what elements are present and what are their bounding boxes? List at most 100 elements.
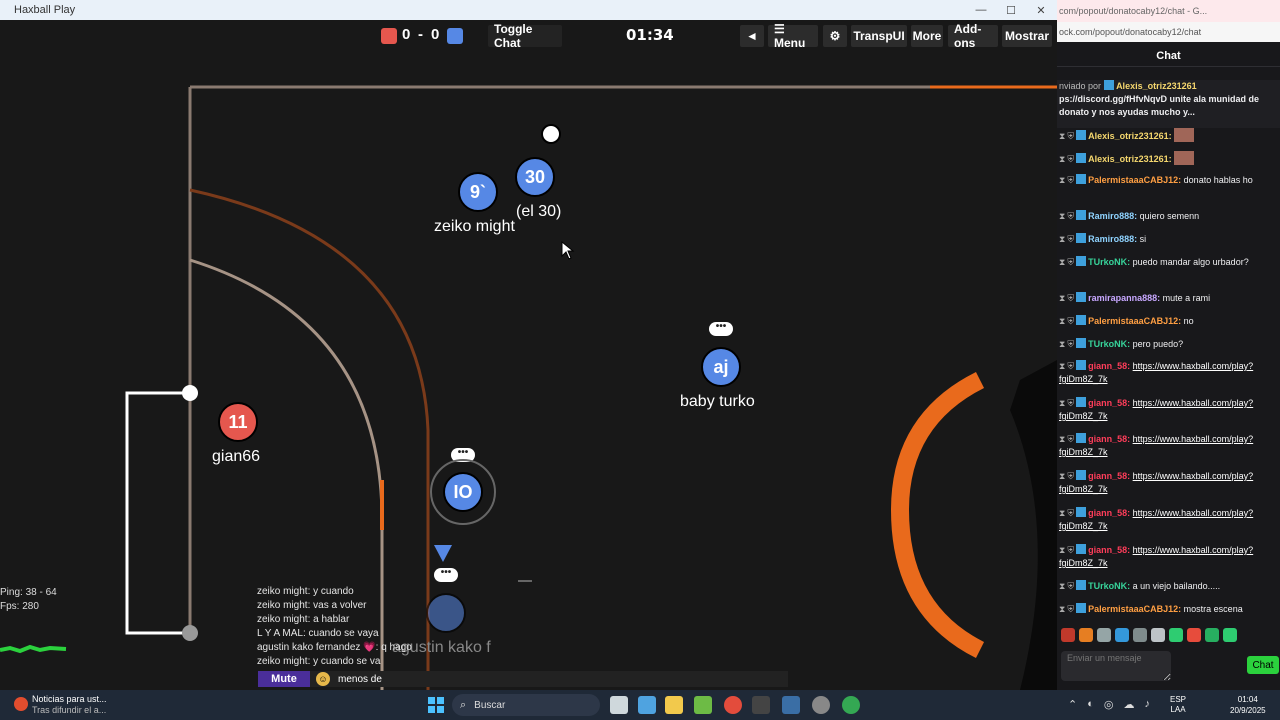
emote-icon[interactable] [1205,628,1219,642]
file-explorer-icon[interactable] [665,696,683,714]
close-button[interactable]: ✕ [1026,0,1056,20]
mute-button[interactable]: Mute [258,671,310,687]
mod-shield-icon[interactable]: ⛨ [1067,508,1074,518]
chat-username[interactable]: Alexis_otriz231261: [1088,154,1172,164]
app-icon[interactable] [694,696,712,714]
chat-username[interactable]: giann_58: [1088,471,1130,481]
chat-message[interactable]: ⧗ ⛨ giann_58: https://www.haxball.com/play… [1059,433,1278,459]
mod-shield-icon[interactable]: ⛨ [1067,434,1074,444]
game-field[interactable] [0,50,1057,690]
player-avatar[interactable]: aj [701,347,741,387]
timeout-icon[interactable]: ⧗ [1059,508,1065,518]
tray-chevron-icon[interactable]: ⌃ [1068,698,1077,711]
chrome-profile-icon[interactable] [842,696,860,714]
chat-message[interactable]: ⧗ ⛨ PalermistaaaCABJ12: mostra escena [1059,603,1278,616]
timeout-icon[interactable]: ⧗ [1059,604,1065,614]
emote-icon[interactable] [1061,628,1075,642]
emote-icon[interactable] [1079,628,1093,642]
pinned-message[interactable]: nviado por Alexis_otriz231261 ps://disco… [1057,80,1280,128]
emote-icon[interactable] [1223,628,1237,642]
mod-shield-icon[interactable]: ⛨ [1067,293,1074,303]
timeout-icon[interactable]: ⧗ [1059,339,1065,349]
tray-app-icon[interactable]: ◎ [1104,698,1114,711]
mod-shield-icon[interactable]: ⛨ [1067,316,1074,326]
addons-button[interactable]: Add-ons [948,22,998,50]
mod-shield-icon[interactable]: ⛨ [1067,581,1074,591]
taskbar-clock[interactable]: 01:04 20/9/2025 [1230,694,1266,716]
chat-message[interactable]: ⧗ ⛨ giann_58: https://www.haxball.com/play… [1059,507,1278,533]
task-view-icon[interactable] [610,696,628,714]
chat-send-button[interactable]: Chat [1247,656,1279,674]
back-arrow-icon[interactable]: ◄ [740,25,764,47]
chat-message[interactable]: ⧗ ⛨ Ramiro888: si [1059,233,1278,246]
chat-username[interactable]: giann_58: [1088,508,1130,518]
mod-shield-icon[interactable]: ⛨ [1067,604,1074,614]
chat-username[interactable]: PalermistaaaCABJ12: [1088,316,1181,326]
chat-message[interactable]: ⧗ ⛨ Alexis_otriz231261: [1059,151,1278,166]
transpui-button[interactable]: TranspUI [851,25,907,47]
taskbar-search[interactable]: ⌕ Buscar [452,694,600,716]
chat-username[interactable]: Ramiro888: [1088,234,1137,244]
news-widget[interactable]: Noticias para ust... Tras difundir el a.… [14,694,107,716]
chat-message-input[interactable] [1061,651,1171,681]
mod-shield-icon[interactable]: ⛨ [1067,175,1074,185]
chat-message[interactable]: ⧗ ⛨ Ramiro888: quiero semenn [1059,210,1278,223]
mod-shield-icon[interactable]: ⛨ [1067,154,1074,164]
chat-url-bar[interactable]: ock.com/popout/donatocaby12/chat [1057,22,1280,42]
chat-username[interactable]: ramirapanna888: [1088,293,1160,303]
timeout-icon[interactable]: ⧗ [1059,257,1065,267]
emote-icon[interactable] [1133,628,1147,642]
mod-shield-icon[interactable]: ⛨ [1067,398,1074,408]
maximize-button[interactable]: ☐ [996,0,1026,20]
mod-shield-icon[interactable]: ⛨ [1067,257,1074,267]
emote-icon[interactable] [1115,628,1129,642]
timeout-icon[interactable]: ⧗ [1059,434,1065,444]
emote-icon[interactable] [1151,628,1165,642]
player-avatar[interactable]: 11 [218,402,258,442]
chat-username[interactable]: TUrkoNK: [1088,257,1130,267]
mod-shield-icon[interactable]: ⛨ [1067,131,1074,141]
minimize-button[interactable]: — [966,0,996,20]
chat-username[interactable]: Alexis_otriz231261: [1088,131,1172,141]
cloud-icon[interactable]: ☁ [1123,698,1134,711]
mod-shield-icon[interactable]: ⛨ [1067,545,1074,555]
timeout-icon[interactable]: ⧗ [1059,211,1065,221]
chat-message[interactable]: ⧗ ⛨ PalermistaaaCABJ12: donato hablas ho [1059,174,1278,187]
timeout-icon[interactable]: ⧗ [1059,316,1065,326]
chat-message[interactable]: ⧗ ⛨ giann_58: https://www.haxball.com/play… [1059,544,1278,570]
timeout-icon[interactable]: ⧗ [1059,131,1065,141]
mod-shield-icon[interactable]: ⛨ [1067,471,1074,481]
timeout-icon[interactable]: ⧗ [1059,545,1065,555]
mostrar-button[interactable]: Mostrar [1002,25,1052,47]
timeout-icon[interactable]: ⧗ [1059,581,1065,591]
chat-message[interactable]: ⧗ ⛨ giann_58: https://www.haxball.com/play… [1059,360,1278,386]
menu-button[interactable]: ☰ Menu [768,22,818,50]
windows-start-icon[interactable] [428,697,444,713]
chat-message[interactable]: ⧗ ⛨ TUrkoNK: a un viejo bailando..... [1059,580,1278,593]
timeout-icon[interactable]: ⧗ [1059,234,1065,244]
chat-message[interactable]: ⧗ ⛨ ramirapanna888: mute a rami [1059,292,1278,305]
game-chat-input[interactable] [338,672,778,686]
emote-icon[interactable] [1097,628,1111,642]
timeout-icon[interactable]: ⧗ [1059,154,1065,164]
chat-username[interactable]: giann_58: [1088,361,1130,371]
app-icon[interactable] [812,696,830,714]
player-avatar[interactable] [426,593,466,633]
chat-message[interactable]: ⧗ ⛨ TUrkoNK: pero puedo? [1059,338,1278,351]
mic-icon[interactable]: ♪ [1144,698,1150,711]
tray-app-icon[interactable]: ◐ [1087,698,1094,711]
chat-message[interactable]: ⧗ ⛨ Alexis_otriz231261: [1059,128,1278,143]
emote-icon[interactable] [1169,628,1183,642]
player-avatar[interactable]: 30 [515,157,555,197]
chat-username[interactable]: PalermistaaaCABJ12: [1088,604,1181,614]
gear-icon[interactable]: ⚙ [823,25,847,47]
chat-username[interactable]: TUrkoNK: [1088,339,1130,349]
emoji-icon[interactable]: ☺ [316,672,330,686]
timeout-icon[interactable]: ⧗ [1059,471,1065,481]
timeout-icon[interactable]: ⧗ [1059,293,1065,303]
language-indicator[interactable]: ESP LAA [1170,695,1186,715]
calendar-app-icon[interactable] [638,696,656,714]
chat-username[interactable]: giann_58: [1088,434,1130,444]
timeout-icon[interactable]: ⧗ [1059,361,1065,371]
chat-username[interactable]: PalermistaaaCABJ12: [1088,175,1181,185]
